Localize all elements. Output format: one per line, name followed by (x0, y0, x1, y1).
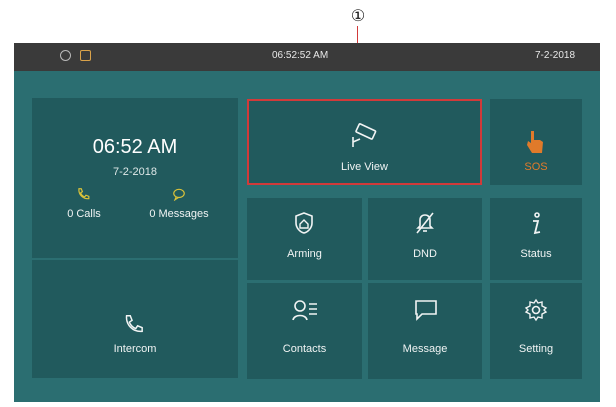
info-icon (533, 212, 541, 235)
clock-date: 7-2-2018 (112, 166, 158, 178)
message-button[interactable] (368, 283, 482, 379)
hand-pointer-icon (527, 131, 543, 153)
contacts-icon (292, 300, 317, 321)
clock-time: 06:52 AM (92, 136, 178, 158)
device-screen: 06:52:52 AM 7-2-2018 06:52 AM 7-2-2018 0… (14, 43, 600, 402)
phone-icon (78, 188, 90, 200)
shield-icon (80, 50, 91, 61)
shield-home-icon (295, 212, 313, 234)
dnd-label: DND (413, 248, 437, 260)
status-label: Status (520, 248, 552, 260)
message-icon (415, 300, 437, 321)
chat-icon (173, 188, 185, 201)
messages-count[interactable]: 0 Messages (134, 208, 224, 220)
statusbar-time: 06:52:52 AM (272, 50, 329, 61)
sync-icon (60, 50, 71, 61)
phone-icon (125, 315, 143, 333)
highlight-box (247, 99, 482, 185)
message-label: Message (402, 343, 448, 355)
arming-label: Arming (287, 248, 322, 260)
contacts-label: Contacts (282, 343, 327, 355)
gear-icon (524, 298, 548, 322)
callout-label: ① (350, 6, 366, 25)
statusbar-date: 7-2-2018 (535, 50, 576, 61)
status-bar: 06:52:52 AM 7-2-2018 (14, 43, 600, 71)
calls-count[interactable]: 0 Calls (44, 208, 124, 220)
bell-off-icon (416, 212, 434, 234)
sos-label: SOS (524, 161, 548, 173)
setting-label: Setting (518, 343, 554, 355)
intercom-label: Intercom (113, 343, 157, 355)
